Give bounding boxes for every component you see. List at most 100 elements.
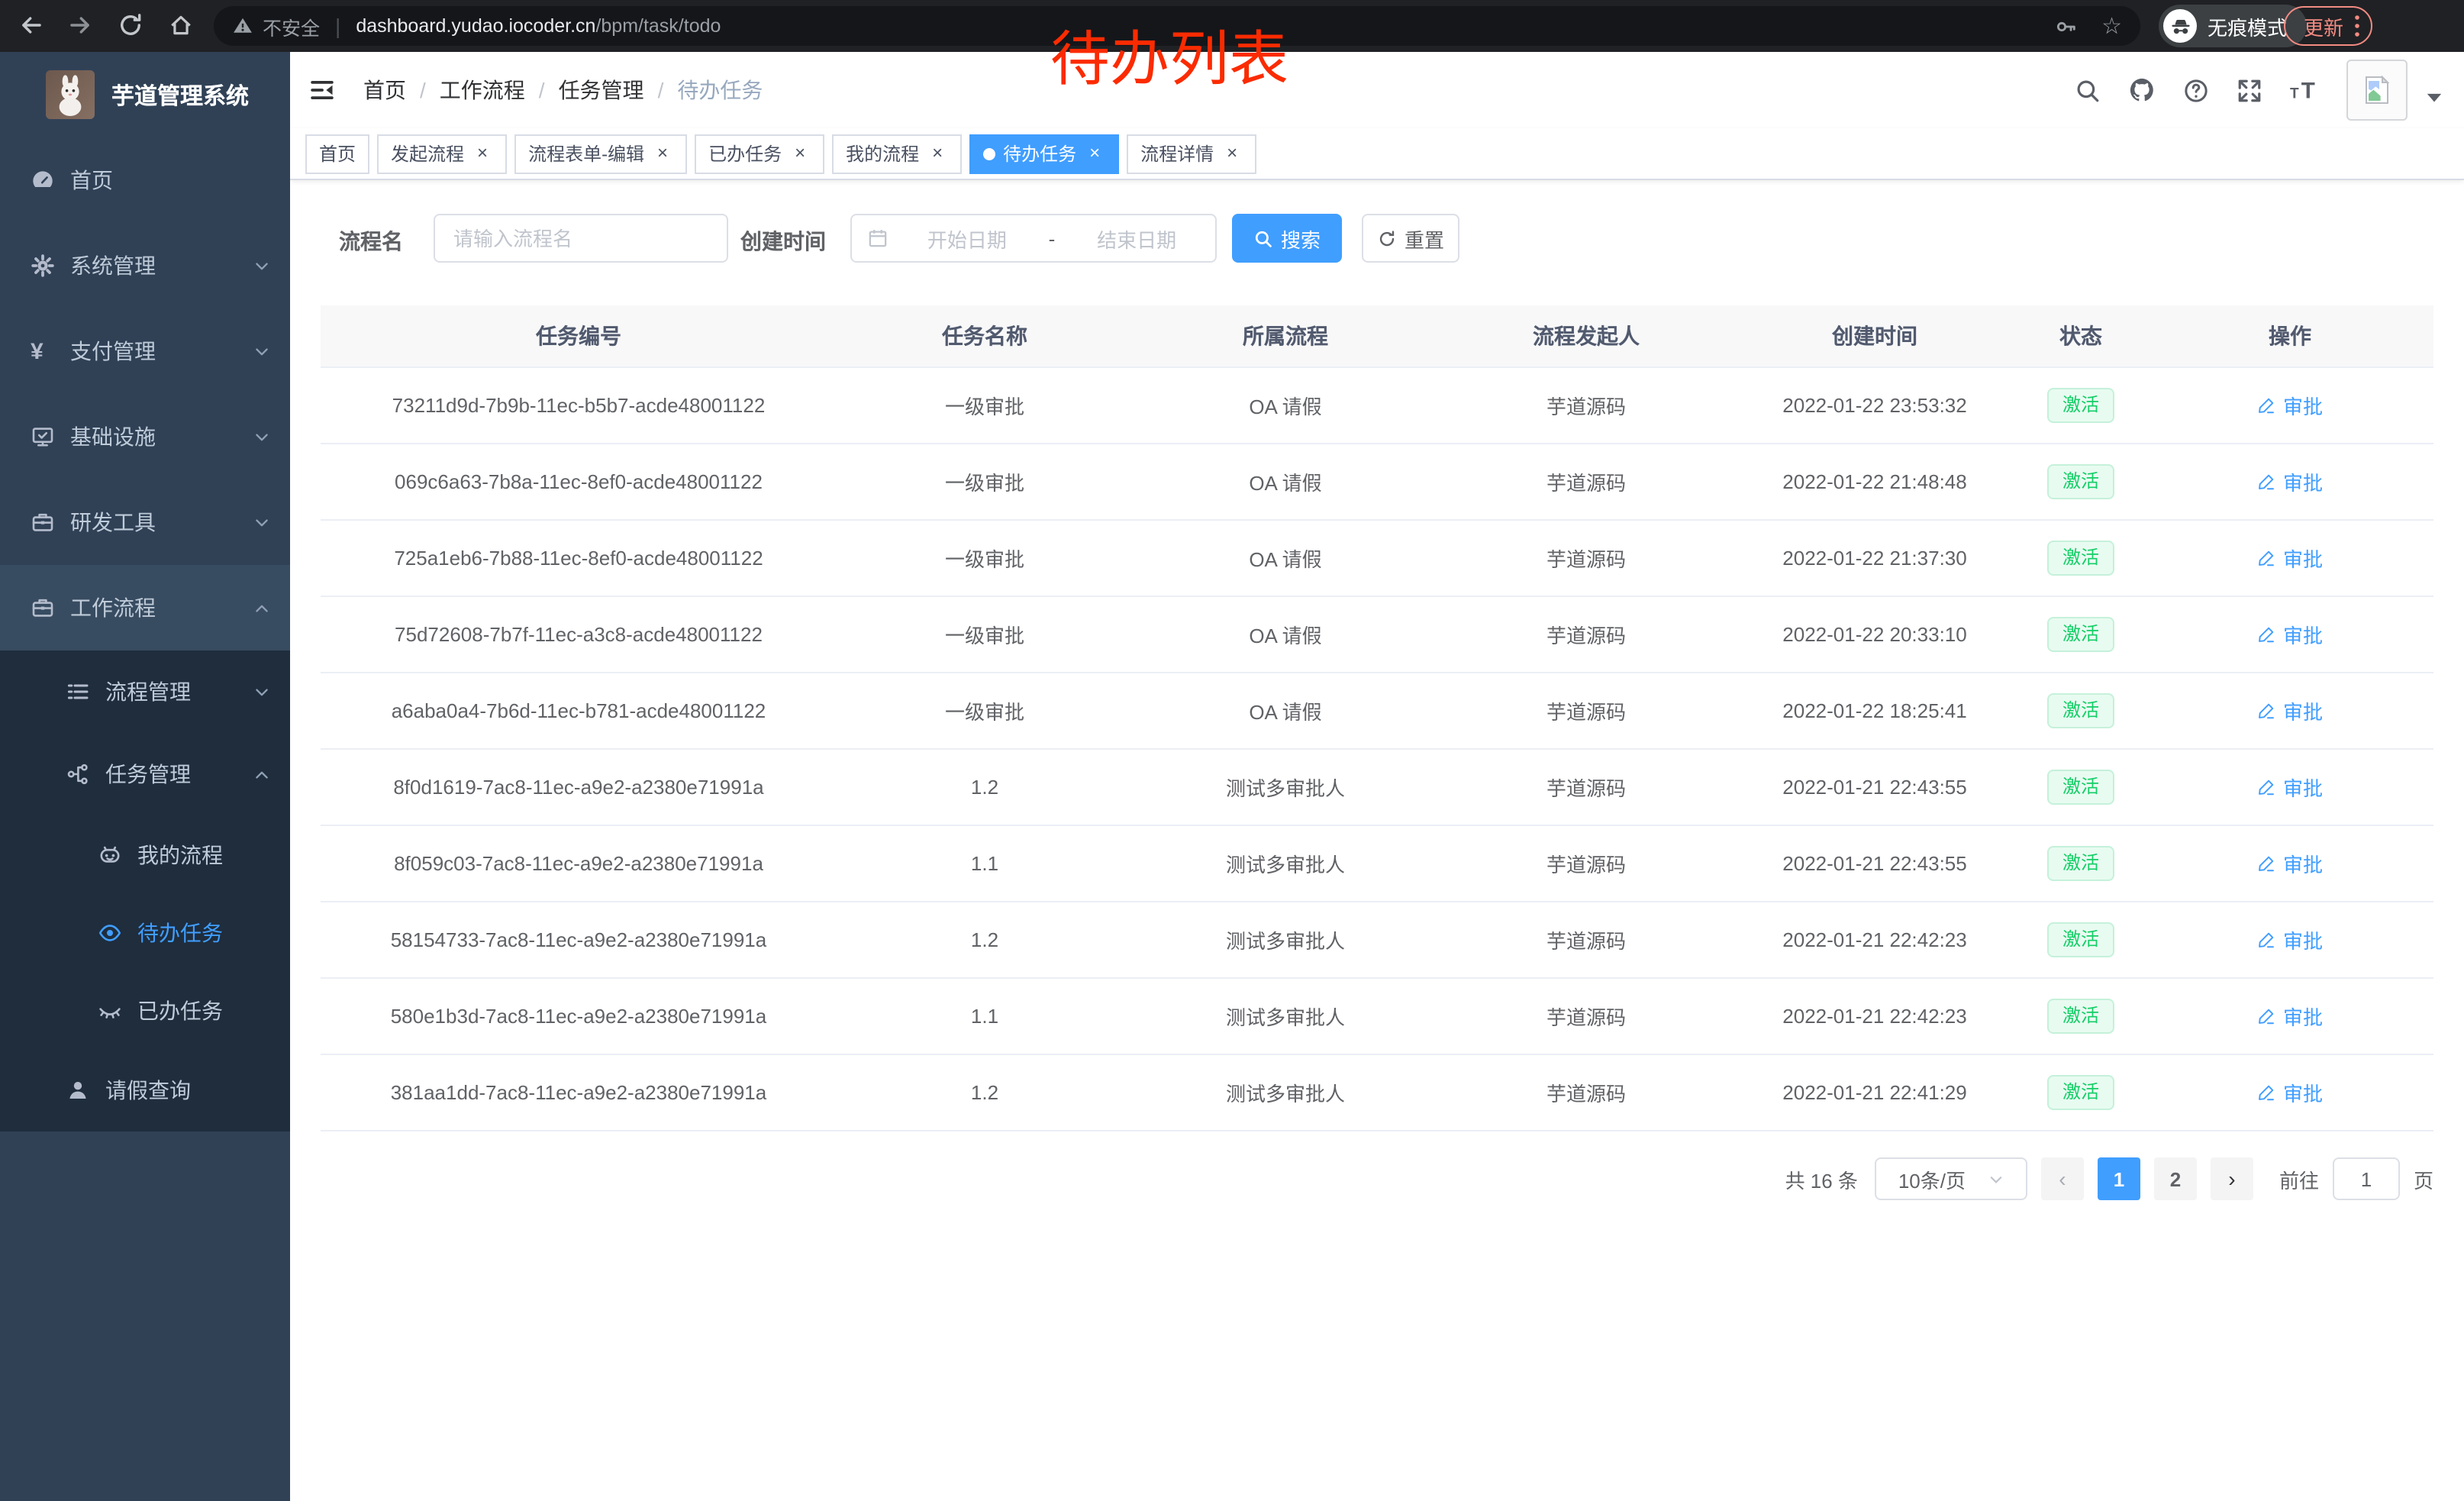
browser-home-icon[interactable] bbox=[168, 12, 194, 38]
active-tab-dot bbox=[983, 147, 995, 160]
task-name-cell: 一级审批 bbox=[837, 544, 1133, 573]
avatar[interactable] bbox=[2346, 60, 2408, 121]
browser-forward-icon[interactable] bbox=[67, 12, 93, 38]
tree-icon bbox=[66, 762, 90, 786]
sidebar-item-system-mgmt[interactable]: 系统管理 bbox=[0, 223, 290, 308]
approve-link-label: 审批 bbox=[2283, 391, 2323, 420]
table-row: 725a1eb6-7b88-11ec-8ef0-acde48001122一级审批… bbox=[321, 521, 2433, 597]
browser-reload-icon[interactable] bbox=[118, 12, 144, 38]
app-root: 不安全 | dashboard.yudao.iocoder.cn/bpm/tas… bbox=[0, 0, 2464, 1501]
url-domain: dashboard.yudao.iocoder.cn bbox=[356, 15, 595, 37]
process-cell: OA 请假 bbox=[1133, 391, 1438, 420]
close-icon[interactable]: × bbox=[1221, 143, 1243, 164]
approve-link[interactable]: 审批 bbox=[2257, 773, 2323, 802]
close-icon[interactable]: × bbox=[1084, 143, 1105, 164]
tab-label: 待办任务 bbox=[1003, 140, 1076, 166]
create-time-cell: 2022-01-22 20:33:10 bbox=[1734, 623, 2015, 646]
sidebar-item-payment-mgmt[interactable]: ¥支付管理 bbox=[0, 308, 290, 394]
avatar-caret-icon[interactable] bbox=[2426, 92, 2443, 104]
breadcrumb-item[interactable]: 任务管理 bbox=[559, 75, 644, 105]
tab-home[interactable]: 首页 bbox=[305, 134, 369, 173]
sidebar-item-infrastructure[interactable]: 基础设施 bbox=[0, 394, 290, 479]
table-body: 73211d9d-7b9b-11ec-b5b7-acde48001122一级审批… bbox=[321, 368, 2433, 1131]
tab-my-process[interactable]: 我的流程× bbox=[832, 134, 962, 173]
sidebar-item-process-mgmt[interactable]: 流程管理 bbox=[0, 650, 290, 733]
close-icon[interactable]: × bbox=[652, 143, 673, 164]
sidebar-item-task-mgmt[interactable]: 任务管理 bbox=[0, 733, 290, 815]
sidebar-item-done-tasks[interactable]: 已办任务 bbox=[0, 971, 290, 1049]
pagination: 共 16 条 10条/页 ‹ 1 2 › 前往 页 bbox=[1785, 1157, 2433, 1200]
table-row: 580e1b3d-7ac8-11ec-a9e2-a2380e71991a1.1测… bbox=[321, 979, 2433, 1055]
help-icon[interactable] bbox=[2183, 77, 2209, 103]
browser-menu-dots-icon[interactable] bbox=[2354, 14, 2360, 38]
approve-link[interactable]: 审批 bbox=[2257, 1002, 2323, 1031]
sidebar-item-todo-tasks[interactable]: 待办任务 bbox=[0, 893, 290, 971]
fullscreen-icon[interactable] bbox=[2237, 77, 2262, 103]
end-date-placeholder: 结束日期 bbox=[1058, 224, 1215, 253]
bookmark-star-icon[interactable]: ☆ bbox=[2101, 15, 2122, 37]
create-time-cell: 2022-01-22 21:37:30 bbox=[1734, 547, 2015, 570]
tab-label: 首页 bbox=[319, 140, 356, 166]
col-task-name: 任务名称 bbox=[837, 321, 1133, 351]
create-time-range-picker[interactable]: 开始日期 - 结束日期 bbox=[850, 214, 1217, 263]
approve-link[interactable]: 审批 bbox=[2257, 467, 2323, 496]
starter-cell: 芋道源码 bbox=[1438, 773, 1734, 802]
approve-link[interactable]: 审批 bbox=[2257, 1078, 2323, 1107]
close-icon[interactable]: × bbox=[789, 143, 811, 164]
goto-page-input[interactable] bbox=[2333, 1157, 2400, 1200]
key-icon[interactable] bbox=[2054, 15, 2077, 37]
close-icon[interactable]: × bbox=[472, 143, 493, 164]
browser-update-button[interactable]: 更新 bbox=[2284, 6, 2372, 46]
breadcrumb-item[interactable]: 首页 bbox=[363, 75, 406, 105]
font-size-icon[interactable]: TT bbox=[2290, 77, 2319, 103]
approve-link-label: 审批 bbox=[2283, 1078, 2323, 1107]
update-label: 更新 bbox=[2304, 11, 2343, 40]
breadcrumb-item[interactable]: 工作流程 bbox=[440, 75, 525, 105]
approve-link[interactable]: 审批 bbox=[2257, 544, 2323, 573]
sidebar-fold-icon[interactable] bbox=[308, 76, 336, 104]
create-time-cell: 2022-01-21 22:43:55 bbox=[1734, 852, 2015, 875]
security-label[interactable]: 不安全 bbox=[263, 11, 320, 40]
gauge-icon bbox=[31, 168, 55, 192]
next-page-button[interactable]: › bbox=[2211, 1157, 2253, 1200]
status-badge: 激活 bbox=[2047, 464, 2114, 499]
search-button[interactable]: 搜索 bbox=[1232, 214, 1342, 263]
process-name-input[interactable] bbox=[434, 214, 728, 263]
process-cell: 测试多审批人 bbox=[1133, 773, 1438, 802]
approve-link[interactable]: 审批 bbox=[2257, 696, 2323, 725]
approve-link[interactable]: 审批 bbox=[2257, 925, 2323, 954]
sidebar-item-leave-query[interactable]: 请假查询 bbox=[0, 1049, 290, 1131]
close-icon[interactable]: × bbox=[927, 143, 948, 164]
tab-done-tasks[interactable]: 已办任务× bbox=[695, 134, 824, 173]
page-size-select[interactable]: 10条/页 bbox=[1875, 1157, 2027, 1200]
sidebar-item-dev-tools[interactable]: 研发工具 bbox=[0, 479, 290, 565]
prev-page-button[interactable]: ‹ bbox=[2041, 1157, 2084, 1200]
sidebar-item-home[interactable]: 首页 bbox=[0, 137, 290, 223]
search-icon[interactable] bbox=[2075, 77, 2101, 103]
task-name-cell: 一级审批 bbox=[837, 391, 1133, 420]
status-badge: 激活 bbox=[2047, 617, 2114, 652]
page-button-1[interactable]: 1 bbox=[2098, 1157, 2140, 1200]
sidebar-item-workflow[interactable]: 工作流程 bbox=[0, 565, 290, 650]
process-cell: 测试多审批人 bbox=[1133, 925, 1438, 954]
browser-back-icon[interactable] bbox=[18, 12, 44, 38]
table-row: a6aba0a4-7b6d-11ec-b781-acde48001122一级审批… bbox=[321, 673, 2433, 750]
page-button-2[interactable]: 2 bbox=[2154, 1157, 2197, 1200]
tab-start-process[interactable]: 发起流程× bbox=[377, 134, 507, 173]
approve-link[interactable]: 审批 bbox=[2257, 849, 2323, 878]
approve-link[interactable]: 审批 bbox=[2257, 391, 2323, 420]
table-row: 381aa1dd-7ac8-11ec-a9e2-a2380e71991a1.2测… bbox=[321, 1055, 2433, 1131]
action-cell: 审批 bbox=[2146, 467, 2433, 496]
github-icon[interactable] bbox=[2128, 76, 2156, 104]
tab-form-edit[interactable]: 流程表单-编辑× bbox=[514, 134, 687, 173]
tab-todo-tasks[interactable]: 待办任务 × bbox=[969, 134, 1119, 173]
process-cell: OA 请假 bbox=[1133, 696, 1438, 725]
status-cell: 激活 bbox=[2015, 541, 2146, 576]
reset-button[interactable]: 重置 bbox=[1362, 214, 1459, 263]
sidebar-logo[interactable]: 芋道管理系统 bbox=[0, 52, 290, 137]
approve-link[interactable]: 审批 bbox=[2257, 620, 2323, 649]
tab-process-detail[interactable]: 流程详情× bbox=[1127, 134, 1256, 173]
list-icon bbox=[66, 679, 90, 704]
status-badge: 激活 bbox=[2047, 1075, 2114, 1110]
sidebar-item-my-process[interactable]: 我的流程 bbox=[0, 815, 290, 893]
